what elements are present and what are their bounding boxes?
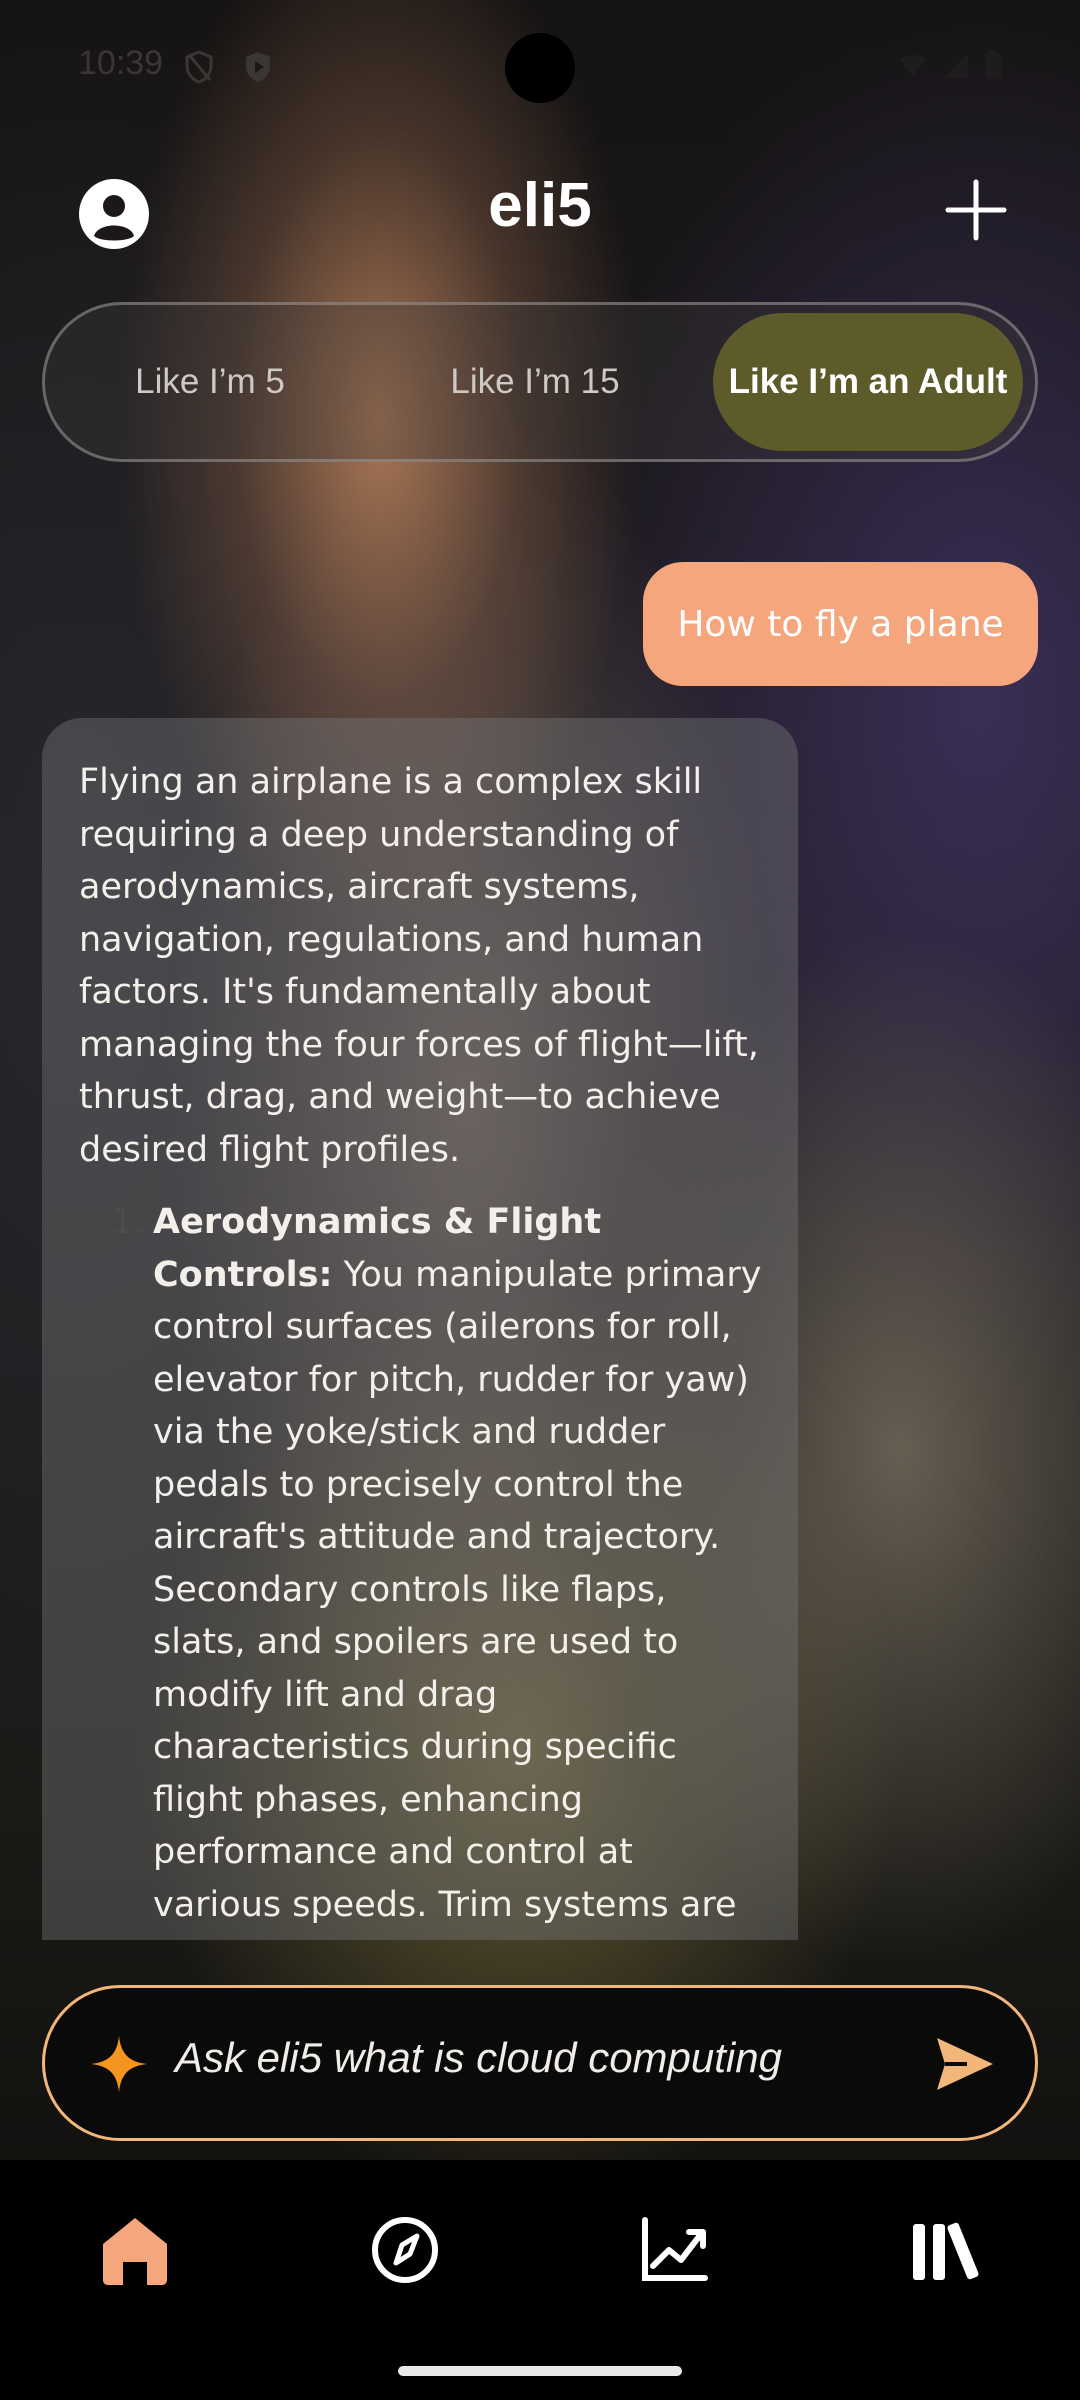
- list-number: 1.: [111, 1202, 145, 1242]
- wifi-icon: [900, 54, 926, 76]
- list-item-body: You manipulate primary control surfaces …: [153, 1254, 762, 1941]
- status-bar: 10:39: [0, 0, 1080, 130]
- send-icon[interactable]: [933, 2032, 997, 2096]
- question-input-bar[interactable]: Ask eli5 what is cloud computing: [42, 1985, 1038, 2141]
- status-time: 10:39: [78, 44, 164, 82]
- app-header: eli5: [0, 160, 1080, 260]
- library-icon[interactable]: [905, 2210, 985, 2290]
- compass-icon[interactable]: [365, 2210, 445, 2290]
- front-camera: [505, 33, 575, 103]
- level-option-15[interactable]: Like I’m 15: [390, 313, 680, 451]
- home-indicator[interactable]: [398, 2366, 682, 2376]
- app-title: eli5: [488, 171, 592, 240]
- signal-icon: [944, 54, 968, 78]
- home-icon[interactable]: [95, 2210, 175, 2290]
- plus-icon[interactable]: [940, 174, 1012, 246]
- sparkle-icon: [91, 2036, 147, 2092]
- question-input[interactable]: Ask eli5 what is cloud computing: [175, 2034, 782, 2082]
- shield-outline-icon: [185, 50, 213, 84]
- bot-intro-text: Flying an airplane is a complex skill re…: [79, 762, 759, 1170]
- level-selector: Like I’m 5 Like I’m 15 Like I’m an Adult: [42, 302, 1038, 462]
- user-message-bubble: How to fly a plane: [643, 562, 1038, 686]
- level-option-adult[interactable]: Like I’m an Adult: [713, 313, 1023, 451]
- bottom-navigation: [0, 2160, 1080, 2400]
- bot-list-item: 1. Aerodynamics & Flight Controls: You m…: [79, 1196, 762, 1940]
- trending-icon[interactable]: [635, 2210, 715, 2290]
- bot-message-bubble: Flying an airplane is a complex skill re…: [42, 718, 798, 1940]
- shield-play-icon: [246, 52, 270, 82]
- level-option-5[interactable]: Like I’m 5: [65, 313, 355, 451]
- battery-icon: [985, 50, 1001, 79]
